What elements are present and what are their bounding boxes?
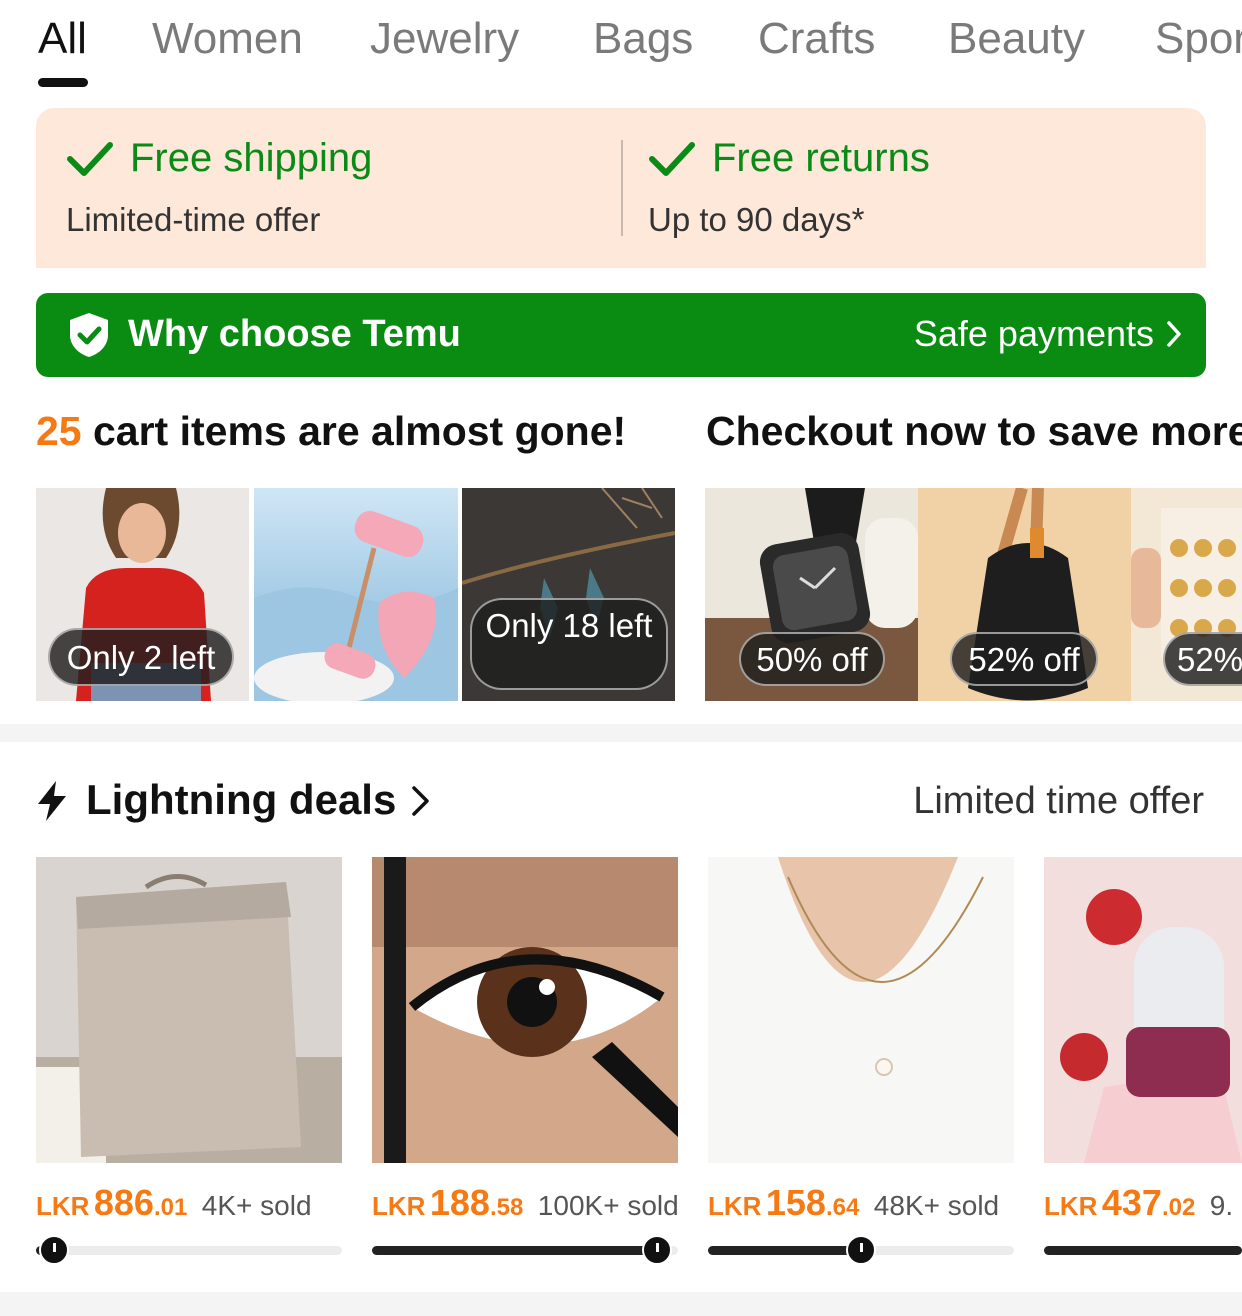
tab-jewelry[interactable]: Jewelry	[370, 14, 519, 64]
clock-icon	[39, 1235, 70, 1265]
free-shipping-title: Free shipping	[130, 136, 373, 180]
jade-roller-image	[254, 488, 458, 701]
product-card-storage-box[interactable]	[36, 857, 342, 1163]
safe-payments-label: Safe payments	[913, 313, 1154, 354]
tab-sports[interactable]: Spor	[1155, 14, 1242, 64]
cart-item-earring-set[interactable]: 52%	[1131, 488, 1242, 701]
promo-divider	[621, 140, 623, 236]
cart-item-jade-roller[interactable]	[254, 488, 467, 701]
stock-progress-bar	[372, 1235, 678, 1265]
lightning-deals-title[interactable]: Lightning deals	[86, 776, 396, 824]
section-divider	[0, 1292, 1242, 1316]
cart-item-watch[interactable]: 50% off	[705, 488, 918, 701]
price-integer: 188	[429, 1182, 490, 1223]
sold-count: 48K+ sold	[873, 1190, 1000, 1221]
product-card-eyeliner[interactable]	[372, 857, 678, 1163]
free-shipping-subtitle: Limited-time offer	[66, 201, 321, 238]
free-shipping-block: Free shipping Limited-time offer	[66, 136, 372, 239]
cart-item-earrings[interactable]: Only 18 left	[462, 488, 675, 701]
product-price: LKR 188.58 100K+ sold	[372, 1182, 679, 1224]
sold-count: 4K+ sold	[201, 1190, 312, 1221]
stock-badge: Only 18 left	[470, 598, 668, 690]
cart-count: 25	[36, 408, 82, 454]
product-price: LKR 886.01 4K+ sold	[36, 1182, 312, 1224]
stock-progress-bar	[1044, 1246, 1242, 1255]
cart-heading-text: cart items are almost gone!	[81, 408, 627, 454]
price-decimal: .64	[825, 1194, 860, 1221]
active-tab-indicator	[38, 78, 88, 87]
cart-item-red-top[interactable]: Only 2 left	[36, 488, 249, 701]
currency-label: LKR	[708, 1191, 762, 1221]
discount-badge: 50% off	[739, 632, 885, 686]
currency-label: LKR	[36, 1191, 90, 1221]
free-returns-subtitle: Up to 90 days*	[648, 201, 865, 238]
clock-icon	[846, 1235, 876, 1265]
discount-badge: 52% off	[950, 632, 1098, 686]
price-decimal: .01	[153, 1194, 188, 1221]
eyeliner-image	[372, 857, 678, 1163]
price-decimal: .58	[489, 1194, 524, 1221]
storage-box-image	[36, 857, 342, 1163]
face-roller-image	[1044, 857, 1242, 1163]
tab-beauty[interactable]: Beauty	[948, 14, 1085, 64]
stock-badge: Only 2 left	[48, 628, 234, 686]
price-integer: 437	[1101, 1182, 1162, 1223]
tab-women[interactable]: Women	[152, 14, 303, 64]
stock-progress-bar	[708, 1235, 1014, 1265]
price-integer: 158	[765, 1182, 826, 1223]
product-card-face-roller[interactable]	[1044, 857, 1242, 1163]
product-price: LKR 158.64 48K+ sold	[708, 1182, 999, 1224]
limited-time-offer-label: Limited time offer	[913, 780, 1204, 822]
pearl-necklace-image	[708, 857, 1014, 1163]
shield-check-icon	[70, 313, 108, 357]
lightning-icon	[38, 781, 66, 821]
checkmark-icon	[648, 139, 696, 179]
product-card-pearl-necklace[interactable]	[708, 857, 1014, 1163]
checkout-heading: Checkout now to save more	[706, 408, 1242, 454]
free-returns-title: Free returns	[712, 136, 930, 180]
price-decimal: .02	[1161, 1194, 1196, 1221]
why-choose-bar[interactable]: Why choose Temu Safe payments	[36, 293, 1206, 377]
free-returns-block: Free returns Up to 90 days*	[648, 136, 930, 239]
product-price: LKR 437.02 9.	[1044, 1182, 1233, 1224]
cart-almost-gone-heading: 25 cart items are almost gone!	[36, 408, 626, 455]
chevron-right-icon	[1167, 321, 1181, 347]
safe-payments-link[interactable]: Safe payments	[914, 313, 1182, 355]
currency-label: LKR	[372, 1191, 426, 1221]
stock-progress-bar	[36, 1235, 342, 1265]
chevron-right-icon[interactable]	[410, 784, 432, 818]
price-integer: 886	[93, 1182, 154, 1223]
tab-all[interactable]: All	[38, 14, 87, 64]
clock-icon	[641, 1235, 672, 1265]
shipping-returns-banner[interactable]: Free shipping Limited-time offer Free re…	[36, 108, 1206, 268]
cart-item-sling-bag[interactable]: 52% off	[918, 488, 1131, 701]
checkmark-icon	[66, 139, 114, 179]
tab-crafts[interactable]: Crafts	[758, 14, 875, 64]
currency-label: LKR	[1044, 1191, 1098, 1221]
why-choose-title: Why choose Temu	[128, 313, 461, 355]
discount-badge: 52%	[1163, 632, 1242, 686]
sold-count: 100K+ sold	[537, 1190, 679, 1221]
tab-bags[interactable]: Bags	[593, 14, 693, 64]
sold-count: 9.	[1209, 1190, 1234, 1221]
category-tabs: All Women Jewelry Bags Crafts Beauty Spo…	[0, 0, 1242, 100]
section-divider	[0, 724, 1242, 742]
